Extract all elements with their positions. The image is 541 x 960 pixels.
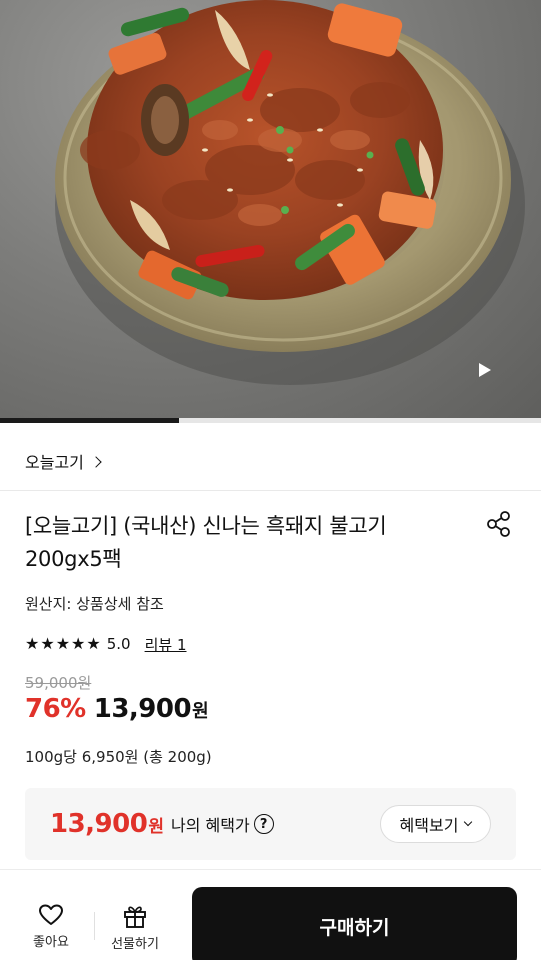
- heart-icon: [39, 904, 63, 925]
- product-title: [오늘고기] (국내산) 신나는 흑돼지 불고기 200gx5팩: [25, 514, 387, 571]
- view-benefits-button[interactable]: 혜택보기: [380, 805, 491, 843]
- price-row: 76% 13,900 원: [25, 694, 209, 724]
- benefit-currency: 원: [148, 817, 164, 837]
- product-image[interactable]: [0, 0, 541, 418]
- sale-price: 13,900: [93, 694, 192, 724]
- star-rating: ★ ★ ★ ★ ★: [25, 636, 101, 652]
- play-icon: [479, 363, 491, 377]
- star-icon: ★: [71, 634, 86, 653]
- brand-name: 오늘고기: [25, 453, 84, 472]
- origin-info: 원산지: 상품상세 참조: [25, 595, 164, 613]
- brand-link[interactable]: 오늘고기: [25, 449, 102, 473]
- benefit-label-row: 나의 혜택가 ?: [171, 812, 274, 836]
- play-video-button[interactable]: [478, 362, 508, 392]
- divider: [0, 490, 541, 491]
- gift-button[interactable]: 선물하기: [100, 903, 170, 952]
- review-count-link[interactable]: 리뷰 1: [145, 634, 187, 655]
- buy-label: 구매하기: [319, 917, 390, 939]
- help-icon[interactable]: ?: [253, 814, 274, 834]
- video-progress-bar[interactable]: [0, 418, 541, 423]
- rating-row: ★ ★ ★ ★ ★ 5.0 리뷰 1: [25, 633, 187, 655]
- star-icon: ★: [25, 634, 40, 653]
- buy-button[interactable]: 구매하기: [192, 887, 517, 960]
- tab-separator: [94, 912, 95, 940]
- chevron-down-icon: [464, 817, 473, 827]
- share-button[interactable]: [483, 508, 515, 540]
- benefit-panel: 13,900 원 나의 혜택가 ? 혜택보기: [25, 788, 516, 860]
- discount-rate: 76%: [25, 694, 86, 724]
- gift-label: 선물하기: [111, 937, 159, 952]
- benefit-amount: 13,900: [50, 809, 148, 839]
- benefit-price: 13,900 원: [50, 809, 164, 839]
- sale-price-currency: 원: [192, 701, 209, 722]
- product-photo: [55, 0, 525, 385]
- like-label: 좋아요: [33, 935, 69, 950]
- star-icon: ★: [55, 634, 71, 653]
- star-icon: ★: [86, 634, 101, 653]
- chevron-right-icon: [90, 455, 102, 468]
- share-icon: [487, 511, 510, 537]
- video-progress-fill: [0, 418, 179, 423]
- star-icon: ★: [40, 634, 55, 653]
- bottom-action-bar: 좋아요 선물하기 구매하기: [0, 870, 541, 960]
- rating-score: 5.0: [106, 635, 131, 653]
- view-benefits-label: 혜택보기: [399, 816, 459, 835]
- original-price: 59,000원: [25, 674, 92, 692]
- gift-icon: [124, 906, 146, 928]
- benefit-label: 나의 혜택가: [171, 816, 250, 835]
- unit-price: 100g당 6,950원 (총 200g): [25, 748, 212, 766]
- like-button[interactable]: 좋아요: [16, 903, 86, 950]
